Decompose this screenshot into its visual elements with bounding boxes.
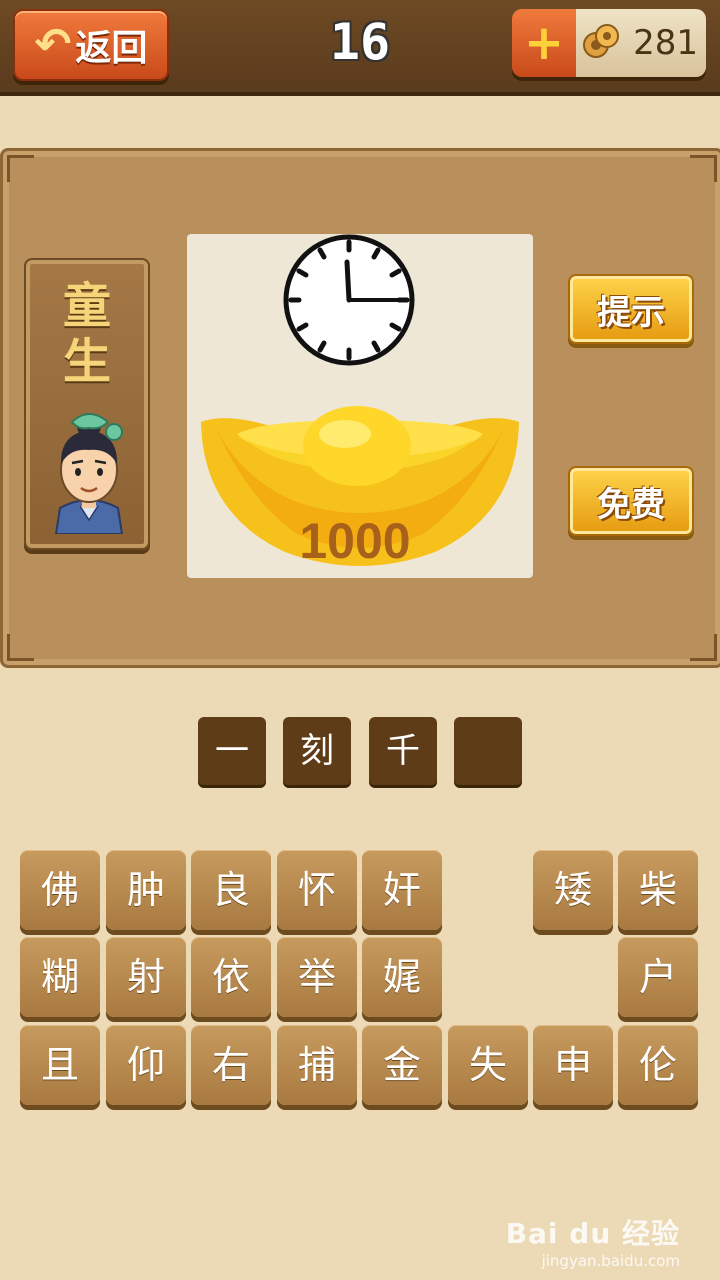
character-tile[interactable]: 户 bbox=[618, 937, 698, 1017]
coin-count-value: 281 bbox=[633, 23, 698, 63]
character-tile[interactable]: 矮 bbox=[533, 850, 613, 930]
panel-corner-ornament bbox=[690, 155, 717, 182]
puzzle-illustration: 1000 bbox=[201, 234, 519, 569]
character-tile[interactable]: 柴 bbox=[618, 850, 698, 930]
free-button[interactable]: 免费 bbox=[568, 466, 694, 536]
character-tile[interactable]: 肿 bbox=[106, 850, 186, 930]
character-tile[interactable]: 捕 bbox=[277, 1025, 357, 1105]
coin-box: + 281 bbox=[512, 9, 706, 77]
character-card: 童 生 bbox=[24, 258, 150, 550]
character-tile[interactable]: 仰 bbox=[106, 1025, 186, 1105]
character-tile[interactable]: 怀 bbox=[277, 850, 357, 930]
level-number: 16 bbox=[329, 13, 391, 71]
ingot-value-text: 1000 bbox=[299, 513, 410, 569]
answer-slot[interactable] bbox=[454, 717, 522, 785]
top-bar: ↶ 返回 16 + 281 bbox=[0, 0, 720, 96]
character-tile[interactable]: 奸 bbox=[362, 850, 442, 930]
back-button-label: 返回 bbox=[75, 28, 148, 69]
watermark-brand: Bai du 经验 bbox=[505, 1217, 680, 1250]
character-tile[interactable]: 娓 bbox=[362, 937, 442, 1017]
watermark-url: jingyan.baidu.com bbox=[541, 1252, 680, 1270]
answer-slot[interactable]: 一 bbox=[198, 717, 266, 785]
scholar-avatar-icon bbox=[54, 413, 124, 534]
character-tile[interactable]: 伦 bbox=[618, 1025, 698, 1105]
character-rank-label: 童 生 bbox=[62, 278, 111, 390]
back-arrow-icon: ↶ bbox=[34, 19, 72, 70]
character-tile[interactable]: 金 bbox=[362, 1025, 442, 1105]
character-tile[interactable]: 良 bbox=[191, 850, 271, 930]
character-tile[interactable]: 糊 bbox=[20, 937, 100, 1017]
hint-button[interactable]: 提示 bbox=[568, 274, 694, 344]
gold-ingot-icon: 1000 bbox=[201, 406, 519, 569]
character-tile[interactable]: 举 bbox=[277, 937, 357, 1017]
panel-corner-ornament bbox=[7, 155, 34, 182]
baidu-watermark: Bai du 经验 jingyan.baidu.com bbox=[506, 1212, 680, 1270]
character-tile[interactable]: 且 bbox=[20, 1025, 100, 1105]
back-button[interactable]: ↶ 返回 bbox=[13, 9, 169, 81]
character-tile[interactable]: 失 bbox=[448, 1025, 528, 1105]
puzzle-picture: 1000 bbox=[187, 234, 533, 578]
character-tile[interactable]: 佛 bbox=[20, 850, 100, 930]
answer-slot[interactable]: 千 bbox=[369, 717, 437, 785]
character-tile[interactable]: 右 bbox=[191, 1025, 271, 1105]
panel-corner-ornament bbox=[7, 634, 34, 661]
panel-corner-ornament bbox=[690, 634, 717, 661]
character-tile[interactable]: 依 bbox=[191, 937, 271, 1017]
character-tile[interactable]: 射 bbox=[106, 937, 186, 1017]
clock-icon bbox=[283, 234, 415, 366]
character-tile[interactable]: 申 bbox=[533, 1025, 613, 1105]
coin-counter: 281 bbox=[576, 9, 706, 77]
add-coins-button[interactable]: + bbox=[512, 9, 576, 77]
answer-slot[interactable]: 刻 bbox=[283, 717, 351, 785]
coins-icon bbox=[583, 24, 619, 58]
